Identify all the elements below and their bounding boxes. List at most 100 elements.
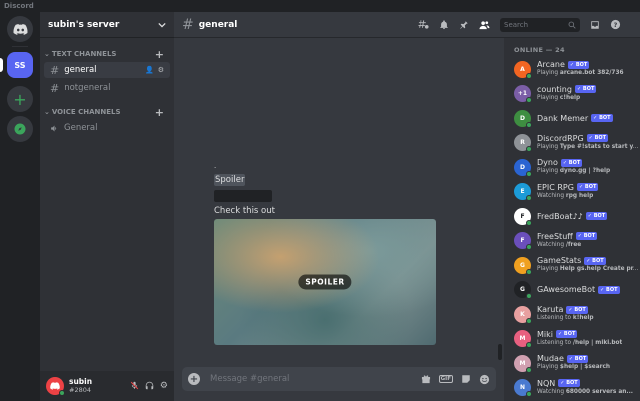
- member-name: GAwesomeBot: [537, 285, 596, 295]
- invite-member-icon[interactable]: 👤: [145, 66, 154, 74]
- bot-badge: ✓ BOT: [566, 354, 589, 363]
- avatar[interactable]: E: [514, 183, 532, 202]
- create-channel-plus-icon[interactable]: +: [155, 48, 164, 61]
- activity-value: c!help: [559, 94, 581, 101]
- member-item[interactable]: M Miki ✓ BOT Listening to /help | miki.bot: [514, 327, 640, 352]
- home-button[interactable]: [7, 16, 33, 42]
- member-item[interactable]: +1 counting ✓ BOT Playing c!help: [514, 82, 640, 107]
- bot-badge: ✓ BOT: [574, 85, 597, 94]
- avatar[interactable]: G: [514, 256, 532, 275]
- scrollbar-thumb[interactable]: [498, 344, 502, 360]
- member-item[interactable]: K Karuta ✓ BOT Listening to k!help: [514, 302, 640, 327]
- spoiler-image[interactable]: SPOILER: [214, 219, 436, 345]
- avatar-initial: A: [520, 65, 525, 73]
- bot-badge: ✓ BOT: [566, 305, 588, 314]
- member-item[interactable]: F FreeStuff ✓ BOT Watching /free: [514, 229, 640, 254]
- avatar[interactable]: D: [514, 109, 532, 128]
- explore-servers-button[interactable]: [7, 116, 33, 142]
- member-item[interactable]: F FredBoat♪♪ ✓ BOT: [514, 204, 640, 229]
- member-item[interactable]: G GameStats ✓ BOT Playing Help gs.help Crea…: [514, 253, 640, 278]
- member-activity: Watching 680000 servers an...: [537, 388, 633, 397]
- message-input[interactable]: [210, 374, 411, 384]
- avatar[interactable]: F: [514, 207, 532, 226]
- online-status-icon: [526, 342, 532, 349]
- spoiler-revealed-text[interactable]: Spoiler: [214, 174, 246, 186]
- online-status-icon: [526, 97, 532, 104]
- create-channel-plus-icon[interactable]: +: [155, 106, 164, 119]
- avatar[interactable]: +1: [514, 85, 532, 104]
- member-activity: Watching /free: [537, 241, 597, 250]
- sticker-icon[interactable]: [461, 374, 471, 384]
- activity-prefix: Playing: [537, 266, 560, 273]
- server-icon-subins-server[interactable]: SS: [7, 52, 33, 78]
- bot-badge: ✓ BOT: [560, 158, 583, 167]
- member-name: NQN: [537, 378, 556, 388]
- member-list-icon[interactable]: [479, 20, 490, 30]
- threads-icon[interactable]: [418, 19, 429, 30]
- avatar[interactable]: [46, 377, 65, 396]
- channel-label: General: [64, 123, 98, 133]
- avatar[interactable]: A: [514, 60, 532, 79]
- member-activity: Playing Help gs.help Create pr...: [537, 265, 639, 274]
- online-status-icon: [526, 72, 532, 79]
- voice-channels-category[interactable]: ⌄ VOICE CHANNELS +: [40, 106, 174, 119]
- inbox-icon[interactable]: [590, 20, 600, 30]
- member-name: Mudae: [537, 354, 564, 364]
- category-label: VOICE CHANNELS: [51, 108, 121, 116]
- avatar[interactable]: G: [514, 281, 532, 300]
- avatar-initial: F: [520, 237, 525, 245]
- online-status-icon: [526, 366, 532, 373]
- user-info[interactable]: subin #2804: [69, 377, 92, 395]
- avatar[interactable]: F: [514, 232, 532, 251]
- hash-icon: #: [50, 63, 60, 77]
- online-status-icon: [526, 219, 532, 226]
- avatar-initial: +1: [517, 90, 528, 98]
- search-input[interactable]: Search: [500, 17, 580, 32]
- avatar[interactable]: K: [514, 305, 532, 324]
- avatar[interactable]: M: [514, 354, 532, 373]
- spoiler-hidden-text[interactable]: [214, 190, 272, 202]
- text-channels-category[interactable]: ⌄ TEXT CHANNELS +: [40, 48, 174, 61]
- pin-icon[interactable]: [459, 20, 469, 30]
- header-toolbar: Search ?: [414, 12, 640, 38]
- member-item[interactable]: D Dank Memer ✓ BOT: [514, 106, 640, 131]
- voice-channel-general[interactable]: General: [44, 120, 170, 136]
- channel-notgeneral[interactable]: # notgeneral: [44, 80, 170, 96]
- help-icon[interactable]: ?: [610, 19, 621, 30]
- hash-icon: #: [182, 16, 194, 33]
- add-server-button[interactable]: +: [7, 86, 33, 112]
- emoji-icon[interactable]: [479, 374, 490, 385]
- avatar[interactable]: R: [514, 134, 532, 153]
- bell-icon[interactable]: [439, 19, 449, 30]
- avatar[interactable]: D: [514, 158, 532, 177]
- member-item[interactable]: M Mudae ✓ BOT Playing $help | $search: [514, 351, 640, 376]
- gear-icon[interactable]: ⚙: [158, 66, 164, 74]
- add-attachment-button[interactable]: +: [188, 373, 200, 385]
- online-status-icon: [526, 268, 532, 275]
- server-name: subin's server: [48, 19, 120, 30]
- member-item[interactable]: R DiscordRPG ✓ BOT Playing Type #!stats to …: [514, 131, 640, 156]
- activity-prefix: Playing: [537, 364, 560, 371]
- member-name: EPIC RPG: [537, 182, 574, 192]
- gif-button[interactable]: GIF: [438, 375, 453, 383]
- member-item[interactable]: A Arcane ✓ BOT Playing arcane.bot 382/736: [514, 57, 640, 82]
- channel-general[interactable]: # general 👤 ⚙: [44, 62, 170, 78]
- active-server-indicator: [0, 58, 3, 72]
- member-item[interactable]: N NQN ✓ BOT Watching 680000 servers an...: [514, 376, 640, 401]
- headphones-icon[interactable]: [145, 381, 154, 390]
- microphone-muted-icon[interactable]: [130, 381, 139, 390]
- svg-text:?: ?: [614, 21, 618, 29]
- server-header[interactable]: subin's server: [40, 12, 174, 38]
- chevron-down-icon: ⌄: [44, 108, 50, 116]
- member-name: Karuta: [537, 305, 564, 315]
- member-item[interactable]: G GAwesomeBot ✓ BOT: [514, 278, 640, 303]
- member-item[interactable]: D Dyno ✓ BOT Playing dyno.gg | ?help: [514, 155, 640, 180]
- activity-prefix: Watching: [537, 241, 566, 248]
- discord-logo-icon: [12, 23, 28, 35]
- gear-icon[interactable]: ⚙: [160, 381, 168, 391]
- members-online-header: ONLINE — 24: [514, 46, 565, 54]
- avatar[interactable]: N: [514, 379, 532, 398]
- member-item[interactable]: E EPIC RPG ✓ BOT Watching rpg help: [514, 180, 640, 205]
- gift-icon[interactable]: [421, 374, 431, 384]
- avatar[interactable]: M: [514, 330, 532, 349]
